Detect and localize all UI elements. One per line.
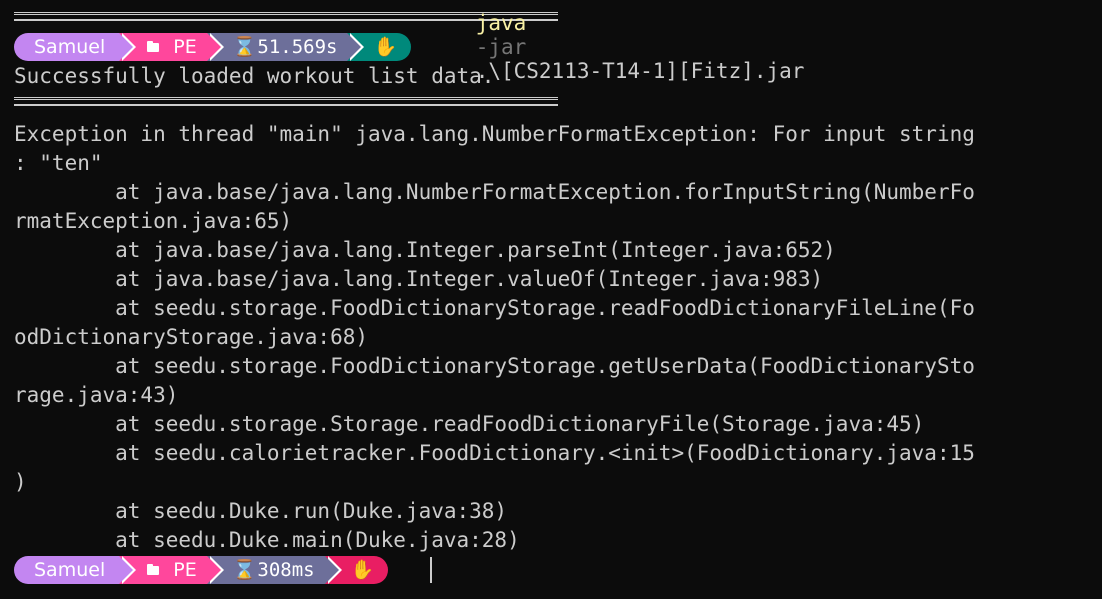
exception-line: at seedu.Duke.run(Duke.java:38) xyxy=(14,499,508,523)
exception-line: at java.base/java.lang.NumberFormatExcep… xyxy=(14,180,975,204)
exception-line: at java.base/java.lang.Integer.parseInt(… xyxy=(14,238,836,262)
separator-middle xyxy=(14,97,558,106)
prompt-user-segment: Samuel xyxy=(14,556,137,584)
exception-line: odDictionaryStorage.java:68) xyxy=(14,325,369,349)
output-loaded: Successfully loaded workout list data. xyxy=(14,64,495,88)
exception-line: at seedu.storage.FoodDictionaryStorage.r… xyxy=(14,296,975,320)
prompt-path: PE xyxy=(173,36,197,58)
command-flag: -jar xyxy=(475,35,527,59)
exception-line: Exception in thread "main" java.lang.Num… xyxy=(14,122,975,146)
hourglass-icon: ⌛ xyxy=(232,36,257,58)
exception-line: at seedu.Duke.main(Duke.java:28) xyxy=(14,528,520,552)
exception-line: at java.base/java.lang.Integer.valueOf(I… xyxy=(14,267,824,291)
prompt-1: Samuel PE ⌛ 51.569s ✋ java -jar .\[CS211… xyxy=(14,11,804,83)
prompt-time-segment: ⌛ 51.569s xyxy=(206,33,365,61)
prompt-2[interactable]: Samuel PE ⌛ 308ms ✋ xyxy=(14,556,433,584)
hand-icon: ✋ xyxy=(373,36,398,58)
prompt-user: Samuel xyxy=(34,559,106,581)
prompt-time-segment: ⌛ 308ms xyxy=(206,556,342,584)
prompt-time: 308ms xyxy=(257,559,315,581)
folder-icon xyxy=(147,563,160,575)
folder-icon xyxy=(147,40,160,52)
hand-icon: ✋ xyxy=(350,559,375,581)
exception-line: at seedu.calorietracker.FoodDictionary.<… xyxy=(14,441,975,465)
command-exe: java xyxy=(475,11,527,35)
exception-line: : "ten" xyxy=(14,151,103,175)
text-cursor[interactable] xyxy=(430,557,433,583)
prompt-user: Samuel xyxy=(34,36,106,58)
exception-line: rage.java:43) xyxy=(14,383,179,407)
prompt-time: 51.569s xyxy=(257,36,338,58)
command-arg: .\[CS2113-T14-1][Fitz].jar xyxy=(475,59,805,83)
hourglass-icon: ⌛ xyxy=(232,559,257,581)
exception-line: rmatException.java:65) xyxy=(14,209,293,233)
exception-line: at seedu.storage.FoodDictionaryStorage.g… xyxy=(14,354,975,378)
exception-line: ) xyxy=(14,470,27,494)
prompt-path: PE xyxy=(173,559,197,581)
exception-line: at seedu.storage.Storage.readFoodDiction… xyxy=(14,412,925,436)
prompt-user-segment: Samuel xyxy=(14,33,137,61)
